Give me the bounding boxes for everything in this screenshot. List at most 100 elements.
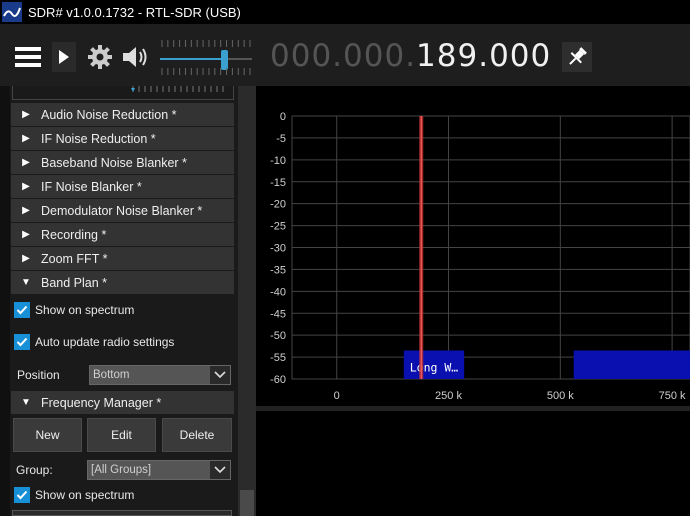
- delete-button[interactable]: Delete: [162, 418, 232, 452]
- x-tick-label: 250 k: [435, 390, 462, 402]
- checkbox-checked[interactable]: [14, 487, 30, 503]
- title-bar: SDR# v1.0.0.1732 - RTL-SDR (USB): [0, 0, 690, 24]
- volume-slider-fill: [160, 58, 222, 60]
- spectrum-analyzer[interactable]: 0 -5 -10 -15 -20 -25 -30 -35 -40 -45 -50 -55 -60 0 250…: [256, 86, 690, 406]
- checkbox-checked[interactable]: [14, 302, 30, 318]
- collapse-arrow-icon: ▼: [21, 277, 31, 288]
- section-label: Recording *: [41, 227, 107, 242]
- section-recording[interactable]: ▶ Recording *: [11, 223, 234, 246]
- band-plan-show-on-spectrum[interactable]: Show on spectrum: [14, 302, 134, 318]
- y-tick-label: 0: [280, 111, 286, 123]
- x-tick-label: 0: [334, 390, 340, 402]
- expand-arrow-icon: ▶: [22, 181, 30, 192]
- section-label: Demodulator Noise Blanker *: [41, 203, 203, 218]
- y-tick-label: -10: [270, 155, 286, 167]
- volume-slider-thumb[interactable]: [221, 50, 229, 70]
- panel-scrollbar-thumb[interactable]: [240, 490, 254, 516]
- section-label: Baseband Noise Blanker *: [41, 155, 187, 170]
- play-icon: [59, 50, 69, 64]
- section-band-plan[interactable]: ▼ Band Plan *: [11, 271, 234, 294]
- spectrum-chart[interactable]: 0 -5 -10 -15 -20 -25 -30 -35 -40 -45 -50 -55 -60 0 250…: [256, 86, 690, 406]
- section-if-noise-blanker[interactable]: ▶ IF Noise Blanker *: [11, 175, 234, 198]
- frequency-list[interactable]: [12, 510, 232, 516]
- collapse-arrow-icon: ▼: [21, 397, 31, 408]
- position-value: Bottom: [93, 369, 130, 381]
- section-label: IF Noise Reduction *: [41, 131, 156, 146]
- section-baseband-noise-blanker[interactable]: ▶ Baseband Noise Blanker *: [11, 151, 234, 174]
- section-label: Frequency Manager *: [41, 395, 162, 410]
- position-label: Position: [17, 368, 60, 382]
- x-tick-label: 500 k: [547, 390, 574, 402]
- section-label: Zoom FFT *: [41, 251, 108, 266]
- mute-button[interactable]: [120, 42, 152, 72]
- expand-arrow-icon: ▶: [22, 253, 30, 264]
- y-tick-label: -45: [270, 308, 286, 320]
- frequency-leading-digits: 000.000.: [270, 38, 417, 74]
- edit-button[interactable]: Edit: [87, 418, 156, 452]
- y-tick-label: -5: [276, 133, 286, 145]
- app-icon: [2, 2, 22, 22]
- checkbox-label: Auto update radio settings: [35, 335, 175, 349]
- section-frequency-manager[interactable]: ▼ Frequency Manager *: [11, 391, 234, 414]
- window-title: SDR# v1.0.0.1732 - RTL-SDR (USB): [28, 4, 241, 20]
- volume-slider[interactable]: [158, 38, 254, 78]
- section-if-noise-reduction[interactable]: ▶ IF Noise Reduction *: [11, 127, 234, 150]
- check-icon: [16, 490, 28, 500]
- chevron-down-icon: [210, 461, 230, 479]
- frequency-digits: 189.000: [416, 38, 552, 74]
- toolbar: 000.000.189.000: [0, 24, 690, 86]
- panel-top-remnant: [12, 86, 234, 100]
- group-value: [All Groups]: [91, 464, 152, 476]
- section-demodulator-noise-blanker[interactable]: ▶ Demodulator Noise Blanker *: [11, 199, 234, 222]
- play-button[interactable]: [52, 42, 76, 72]
- frequency-display[interactable]: 000.000.189.000: [270, 38, 551, 74]
- y-tick-label: -55: [270, 352, 286, 364]
- section-label: Audio Noise Reduction *: [41, 107, 177, 122]
- band-plan-auto-update[interactable]: Auto update radio settings: [14, 334, 174, 350]
- settings-button[interactable]: [86, 42, 114, 72]
- checkbox-label: Show on spectrum: [35, 488, 135, 502]
- waterfall-display[interactable]: [256, 411, 690, 516]
- checkbox-checked[interactable]: [14, 334, 30, 350]
- pin-button[interactable]: [562, 42, 592, 72]
- new-button[interactable]: New: [13, 418, 82, 452]
- position-select[interactable]: Bottom: [89, 365, 231, 385]
- expand-arrow-icon: ▶: [22, 229, 30, 240]
- section-zoom-fft[interactable]: ▶ Zoom FFT *: [11, 247, 234, 270]
- expand-arrow-icon: ▶: [22, 109, 30, 120]
- gear-icon: [88, 45, 112, 69]
- expand-arrow-icon: ▶: [22, 205, 30, 216]
- y-tick-label: -35: [270, 264, 286, 276]
- x-tick-label: 750 k: [659, 390, 686, 402]
- menu-icon: [15, 47, 41, 67]
- group-label: Group:: [16, 463, 53, 477]
- band-plan-segment: [573, 350, 690, 379]
- y-tick-label: -60: [270, 374, 286, 386]
- group-select[interactable]: [All Groups]: [87, 460, 231, 480]
- section-label: IF Noise Blanker *: [41, 179, 142, 194]
- y-tick-label: -30: [270, 243, 286, 255]
- checkbox-label: Show on spectrum: [35, 303, 135, 317]
- check-icon: [16, 305, 28, 315]
- y-tick-label: -25: [270, 221, 286, 233]
- expand-arrow-icon: ▶: [22, 133, 30, 144]
- expand-arrow-icon: ▶: [22, 157, 30, 168]
- speaker-icon: [123, 47, 147, 67]
- y-tick-label: -50: [270, 330, 286, 342]
- remnant-ticks: [131, 86, 224, 92]
- panel-scrollbar[interactable]: [238, 86, 256, 516]
- menu-button[interactable]: [14, 42, 42, 72]
- section-audio-noise-reduction[interactable]: ▶ Audio Noise Reduction *: [11, 103, 234, 126]
- pin-icon: [569, 47, 587, 65]
- y-tick-label: -15: [270, 177, 286, 189]
- slider-ticks-bottom: [161, 68, 251, 75]
- section-label: Band Plan *: [41, 275, 108, 290]
- y-tick-label: -40: [270, 286, 286, 298]
- frequency-manager-show-on-spectrum[interactable]: Show on spectrum: [14, 487, 134, 503]
- y-tick-label: -20: [270, 199, 286, 211]
- panel-edge: [0, 86, 10, 516]
- check-icon: [16, 337, 28, 347]
- slider-ticks-top: [161, 40, 251, 47]
- band-plan-label: Long W…: [410, 361, 459, 375]
- chevron-down-icon: [210, 366, 230, 384]
